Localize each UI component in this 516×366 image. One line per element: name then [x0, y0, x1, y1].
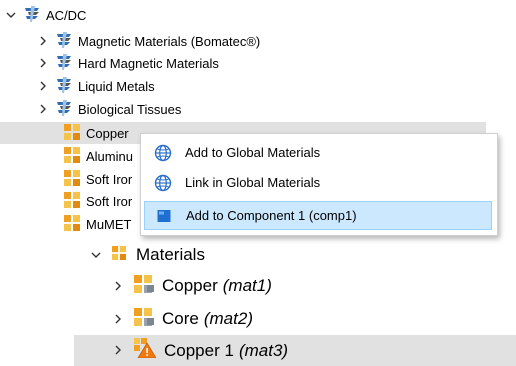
globe-icon	[146, 144, 180, 162]
material-icon	[64, 214, 80, 234]
menu-item-label: Link in Global Materials	[185, 175, 321, 190]
acdc-library-icon	[24, 5, 40, 25]
tree-item-acdc[interactable]: AC/DC	[4, 4, 86, 26]
material-icon	[64, 169, 80, 189]
material-name: Copper	[162, 276, 218, 295]
tree-item-label: Magnetic Materials (Bomatec®)	[78, 33, 261, 49]
tree-item-liquid-metals[interactable]: Liquid Metals	[36, 75, 155, 97]
material-name: Copper 1	[164, 340, 234, 360]
tree-item-copper1-mat3[interactable]: Copper 1 (mat3)	[112, 335, 288, 366]
tree-item-soft-iron-2[interactable]: Soft Iror	[64, 190, 132, 212]
tree-item-mumetal[interactable]: MuMET	[64, 213, 132, 235]
tree-item-biological-tissues[interactable]: Biological Tissues	[36, 98, 181, 120]
menu-item-add-to-component-1[interactable]: Add to Component 1 (comp1)	[144, 201, 492, 230]
chevron-right-icon[interactable]	[36, 104, 50, 114]
acdc-library-icon	[56, 76, 72, 96]
tree-item-magnetic-materials[interactable]: Magnetic Materials (Bomatec®)	[36, 30, 260, 52]
material-warning-icon	[134, 338, 157, 363]
material-tag: (mat1)	[222, 276, 272, 295]
tree-item-copper[interactable]: Copper	[64, 122, 129, 144]
chevron-right-icon[interactable]	[112, 313, 124, 325]
menu-item-link-in-global-materials[interactable]: Link in Global Materials	[144, 168, 492, 197]
chevron-down-icon[interactable]	[4, 11, 18, 19]
material-icon	[134, 274, 154, 298]
material-icon	[64, 191, 80, 211]
material-name: Core	[162, 309, 199, 328]
material-tag: (mat3)	[238, 340, 289, 360]
tree-item-label: MuMET	[86, 216, 132, 232]
material-icon	[134, 307, 154, 331]
acdc-library-icon	[56, 31, 72, 51]
globe-icon	[146, 174, 180, 192]
chevron-right-icon[interactable]	[112, 345, 124, 356]
tree-item-label: Hard Magnetic Materials	[78, 55, 219, 71]
context-menu: Add to Global Materials Link in Global M…	[140, 133, 498, 236]
tree-item-core-mat2[interactable]: Core (mat2)	[112, 303, 253, 335]
tree-item-label: Biological Tissues	[78, 101, 182, 117]
menu-item-label: Add to Global Materials	[185, 145, 321, 160]
acdc-library-icon	[56, 99, 72, 119]
component-icon	[147, 208, 181, 224]
tree-item-aluminum[interactable]: Aluminu	[64, 145, 133, 167]
tree-node-materials[interactable]: Materials	[88, 239, 205, 271]
chevron-down-icon[interactable]	[88, 251, 104, 259]
tree-item-label: Soft Iror	[86, 171, 133, 187]
chevron-right-icon[interactable]	[112, 280, 124, 292]
chevron-right-icon[interactable]	[36, 58, 50, 68]
tree-item-label: AC/DC	[46, 7, 87, 23]
tree-item-copper-mat1[interactable]: Copper (mat1)	[112, 270, 272, 302]
material-icon	[64, 146, 80, 166]
tree-item-label: Soft Iror	[86, 193, 133, 209]
tree-node-label: Materials	[136, 245, 205, 264]
tree-item-hard-magnetic[interactable]: Hard Magnetic Materials	[36, 52, 219, 74]
tree-item-label: Aluminu	[86, 148, 133, 164]
material-tag: (mat2)	[203, 309, 253, 328]
materials-node-icon	[112, 245, 126, 265]
acdc-library-icon	[56, 53, 72, 73]
chevron-right-icon[interactable]	[36, 81, 50, 91]
menu-item-label: Add to Component 1 (comp1)	[186, 208, 357, 223]
tree-item-soft-iron-1[interactable]: Soft Iror	[64, 168, 132, 190]
tree-item-label: Liquid Metals	[78, 78, 155, 94]
menu-item-add-to-global-materials[interactable]: Add to Global Materials	[144, 138, 492, 167]
chevron-right-icon[interactable]	[36, 36, 50, 46]
tree-item-label: Copper	[86, 125, 129, 141]
material-icon	[64, 123, 80, 143]
